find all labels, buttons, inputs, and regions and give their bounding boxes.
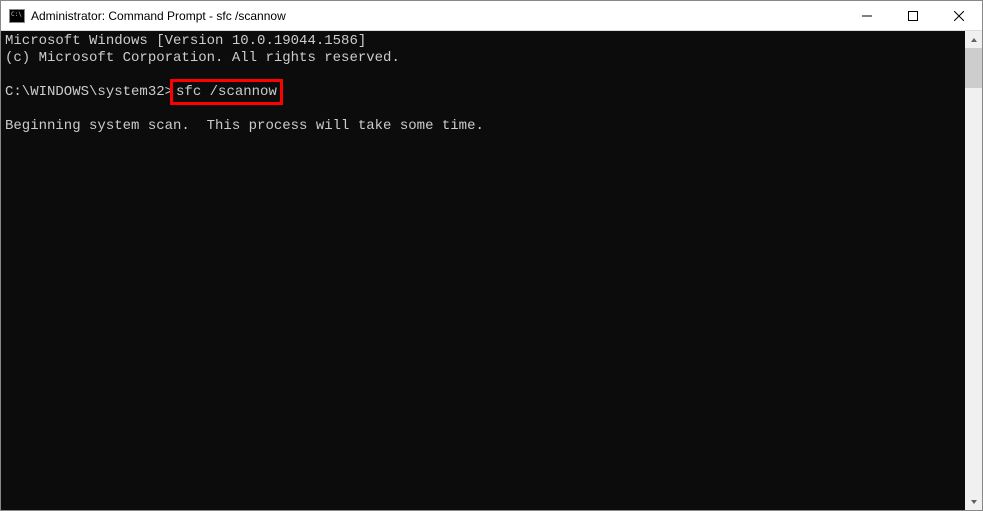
terminal-command: sfc /scannow — [176, 84, 277, 100]
scrollbar-track[interactable] — [965, 48, 982, 493]
minimize-button[interactable] — [844, 1, 890, 30]
cmd-icon — [9, 9, 25, 23]
vertical-scrollbar[interactable] — [965, 31, 982, 510]
terminal-line: Beginning system scan. This process will… — [5, 118, 484, 134]
scrollbar-thumb[interactable] — [965, 48, 982, 88]
titlebar[interactable]: Administrator: Command Prompt - sfc /sca… — [1, 1, 982, 31]
close-button[interactable] — [936, 1, 982, 30]
command-prompt-window: Administrator: Command Prompt - sfc /sca… — [0, 0, 983, 511]
window-controls — [844, 1, 982, 30]
terminal-prompt: C:\WINDOWS\system32> — [5, 84, 173, 100]
scroll-up-button[interactable] — [965, 31, 982, 48]
terminal-output[interactable]: Microsoft Windows [Version 10.0.19044.15… — [1, 31, 965, 510]
terminal-line: Microsoft Windows [Version 10.0.19044.15… — [5, 33, 366, 49]
maximize-button[interactable] — [890, 1, 936, 30]
scroll-down-button[interactable] — [965, 493, 982, 510]
window-title: Administrator: Command Prompt - sfc /sca… — [31, 9, 844, 23]
command-highlight: sfc /scannow — [170, 79, 283, 105]
terminal-area: Microsoft Windows [Version 10.0.19044.15… — [1, 31, 982, 510]
terminal-line: (c) Microsoft Corporation. All rights re… — [5, 50, 400, 66]
